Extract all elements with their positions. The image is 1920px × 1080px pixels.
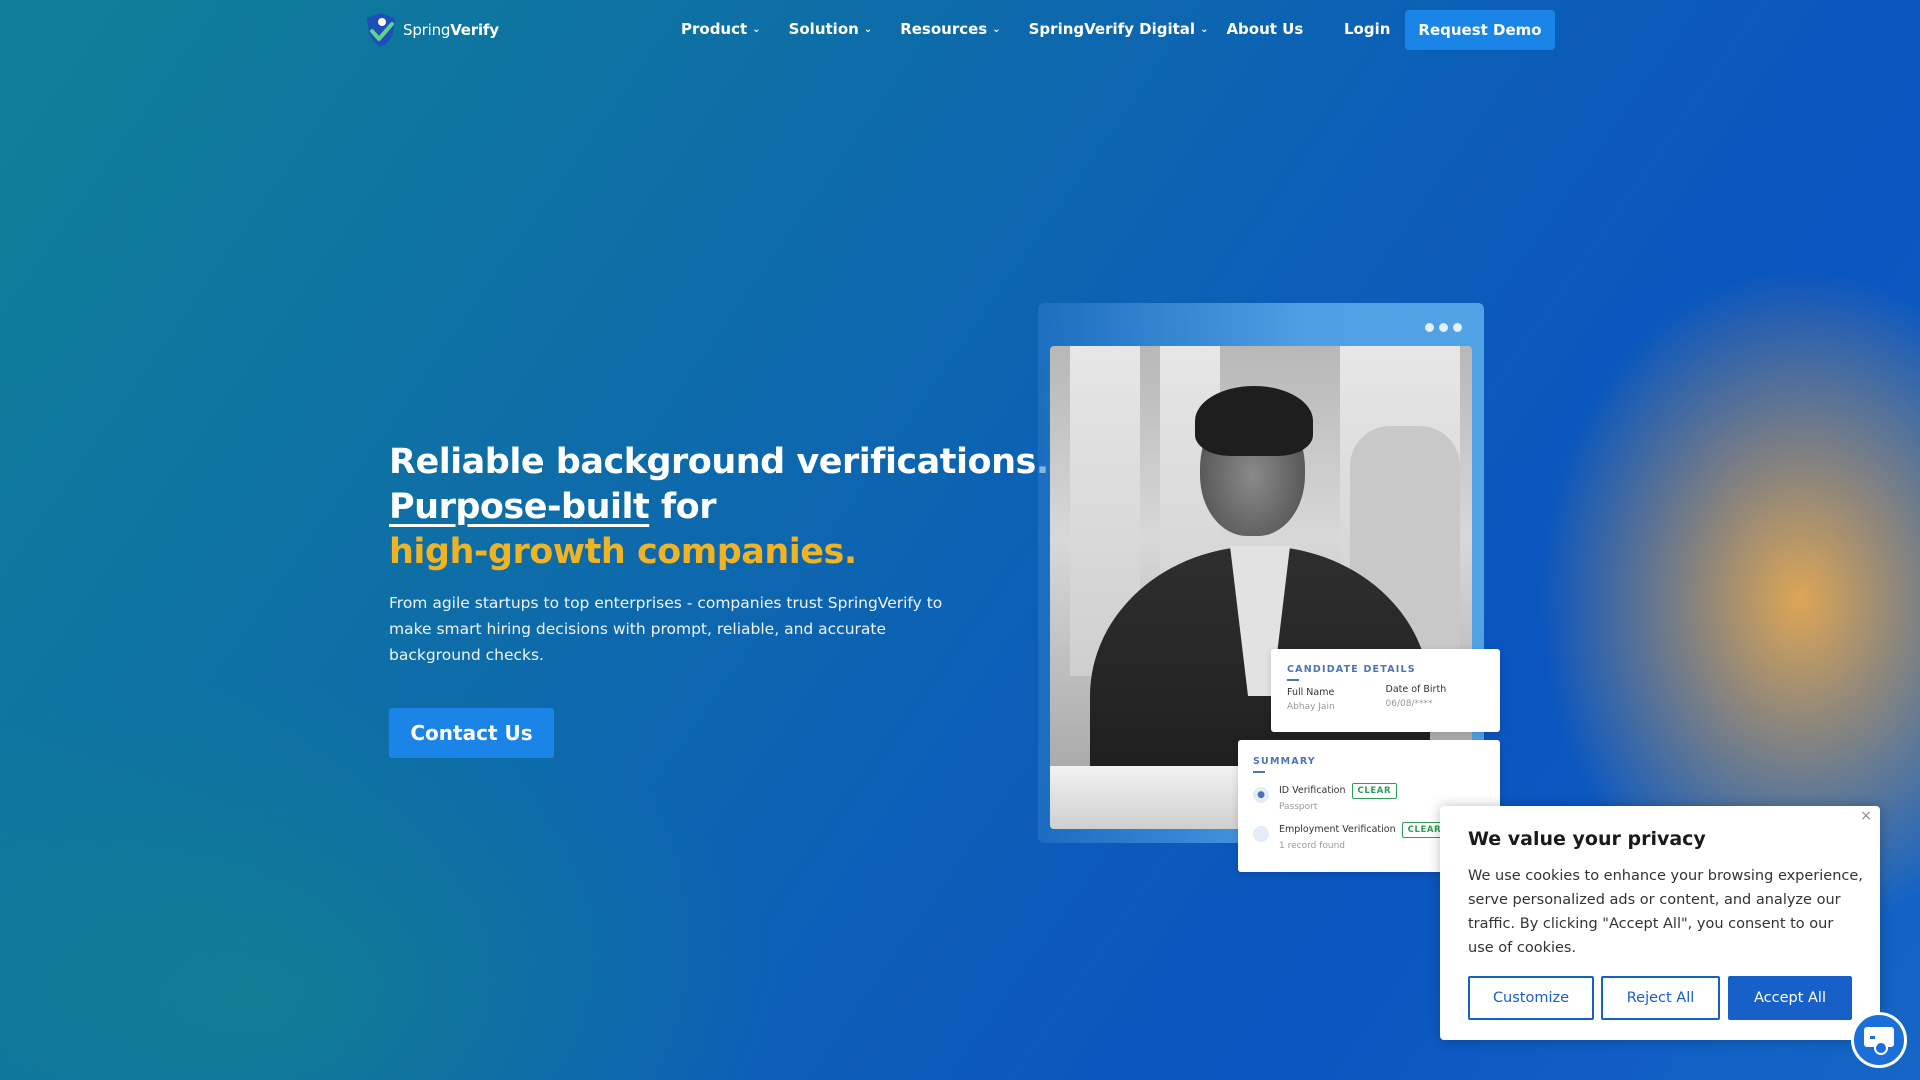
status-badge: CLEAR xyxy=(1351,783,1398,799)
cookie-consent-banner: × We value your privacy We use cookies t… xyxy=(1440,806,1880,1040)
summary-row-label: ID Verification xyxy=(1279,785,1346,796)
close-icon[interactable]: × xyxy=(1860,808,1872,824)
accept-all-button[interactable]: Accept All xyxy=(1728,976,1852,1020)
contact-us-button[interactable]: Contact Us xyxy=(389,708,554,758)
menu-item-solution[interactable]: Solution ⌄ xyxy=(789,20,873,38)
hero-line-3: high-growth companies. xyxy=(389,532,857,572)
customize-button[interactable]: Customize xyxy=(1468,976,1594,1020)
candidate-details-title: CANDIDATE DETAILS xyxy=(1287,664,1416,675)
chevron-down-icon: ⌄ xyxy=(752,23,761,35)
full-name-label: Full Name xyxy=(1287,687,1335,698)
dob-label: Date of Birth xyxy=(1385,684,1447,695)
main-menu: Product ⌄ Solution ⌄ Resources ⌄ SpringVeri… xyxy=(681,20,1331,38)
hero-line-1: Reliable background verifications. xyxy=(389,442,1049,482)
summary-title: SUMMARY xyxy=(1253,756,1316,767)
user-icon: ● xyxy=(1253,787,1269,803)
candidate-details-card: CANDIDATE DETAILS Full Name Abhay Jain D… xyxy=(1271,649,1500,732)
chat-widget-button[interactable] xyxy=(1851,1012,1907,1068)
hero-line-2: Purpose-built for xyxy=(389,487,716,527)
hero-underlined-text: Purpose-built xyxy=(389,487,650,527)
window-dots-icon xyxy=(1425,323,1462,332)
chevron-down-icon: ⌄ xyxy=(992,23,1001,35)
chevron-down-icon: ⌄ xyxy=(863,23,873,35)
full-name-value: Abhay Jain xyxy=(1287,702,1335,712)
logo-text: SpringVerify xyxy=(403,21,499,39)
springverify-logo[interactable]: SpringVerify xyxy=(365,12,499,48)
request-demo-button[interactable]: Request Demo xyxy=(1405,10,1555,50)
cookie-title: We value your privacy xyxy=(1468,828,1706,850)
summary-row-sub: Passport xyxy=(1279,802,1318,812)
menu-item-springverify-digital[interactable]: SpringVerify Digital ⌄ xyxy=(1029,20,1209,38)
hero-description: From agile startups to top enterprises -… xyxy=(389,594,943,664)
login-link[interactable]: Login xyxy=(1344,20,1390,38)
summary-row-label: Employment Verification xyxy=(1279,824,1396,835)
menu-item-product[interactable]: Product ⌄ xyxy=(681,20,761,38)
hero-heading: Reliable background verifications. Purpo… xyxy=(389,440,1049,575)
cookie-text: We use cookies to enhance your browsing … xyxy=(1468,868,1863,956)
dob-value: 06/08/**** xyxy=(1385,699,1433,709)
top-navbar: SpringVerify Product ⌄ Solution ⌄ Resource… xyxy=(0,0,1920,60)
chat-icon xyxy=(1864,1027,1894,1055)
chevron-down-icon: ⌄ xyxy=(1200,23,1209,35)
briefcase-icon xyxy=(1253,826,1269,842)
summary-row-sub: 1 record found xyxy=(1279,841,1345,851)
menu-item-resources[interactable]: Resources ⌄ xyxy=(900,20,1000,38)
menu-item-about-us[interactable]: About Us xyxy=(1226,20,1303,38)
shield-logo-icon xyxy=(367,13,395,47)
reject-all-button[interactable]: Reject All xyxy=(1601,976,1720,1020)
